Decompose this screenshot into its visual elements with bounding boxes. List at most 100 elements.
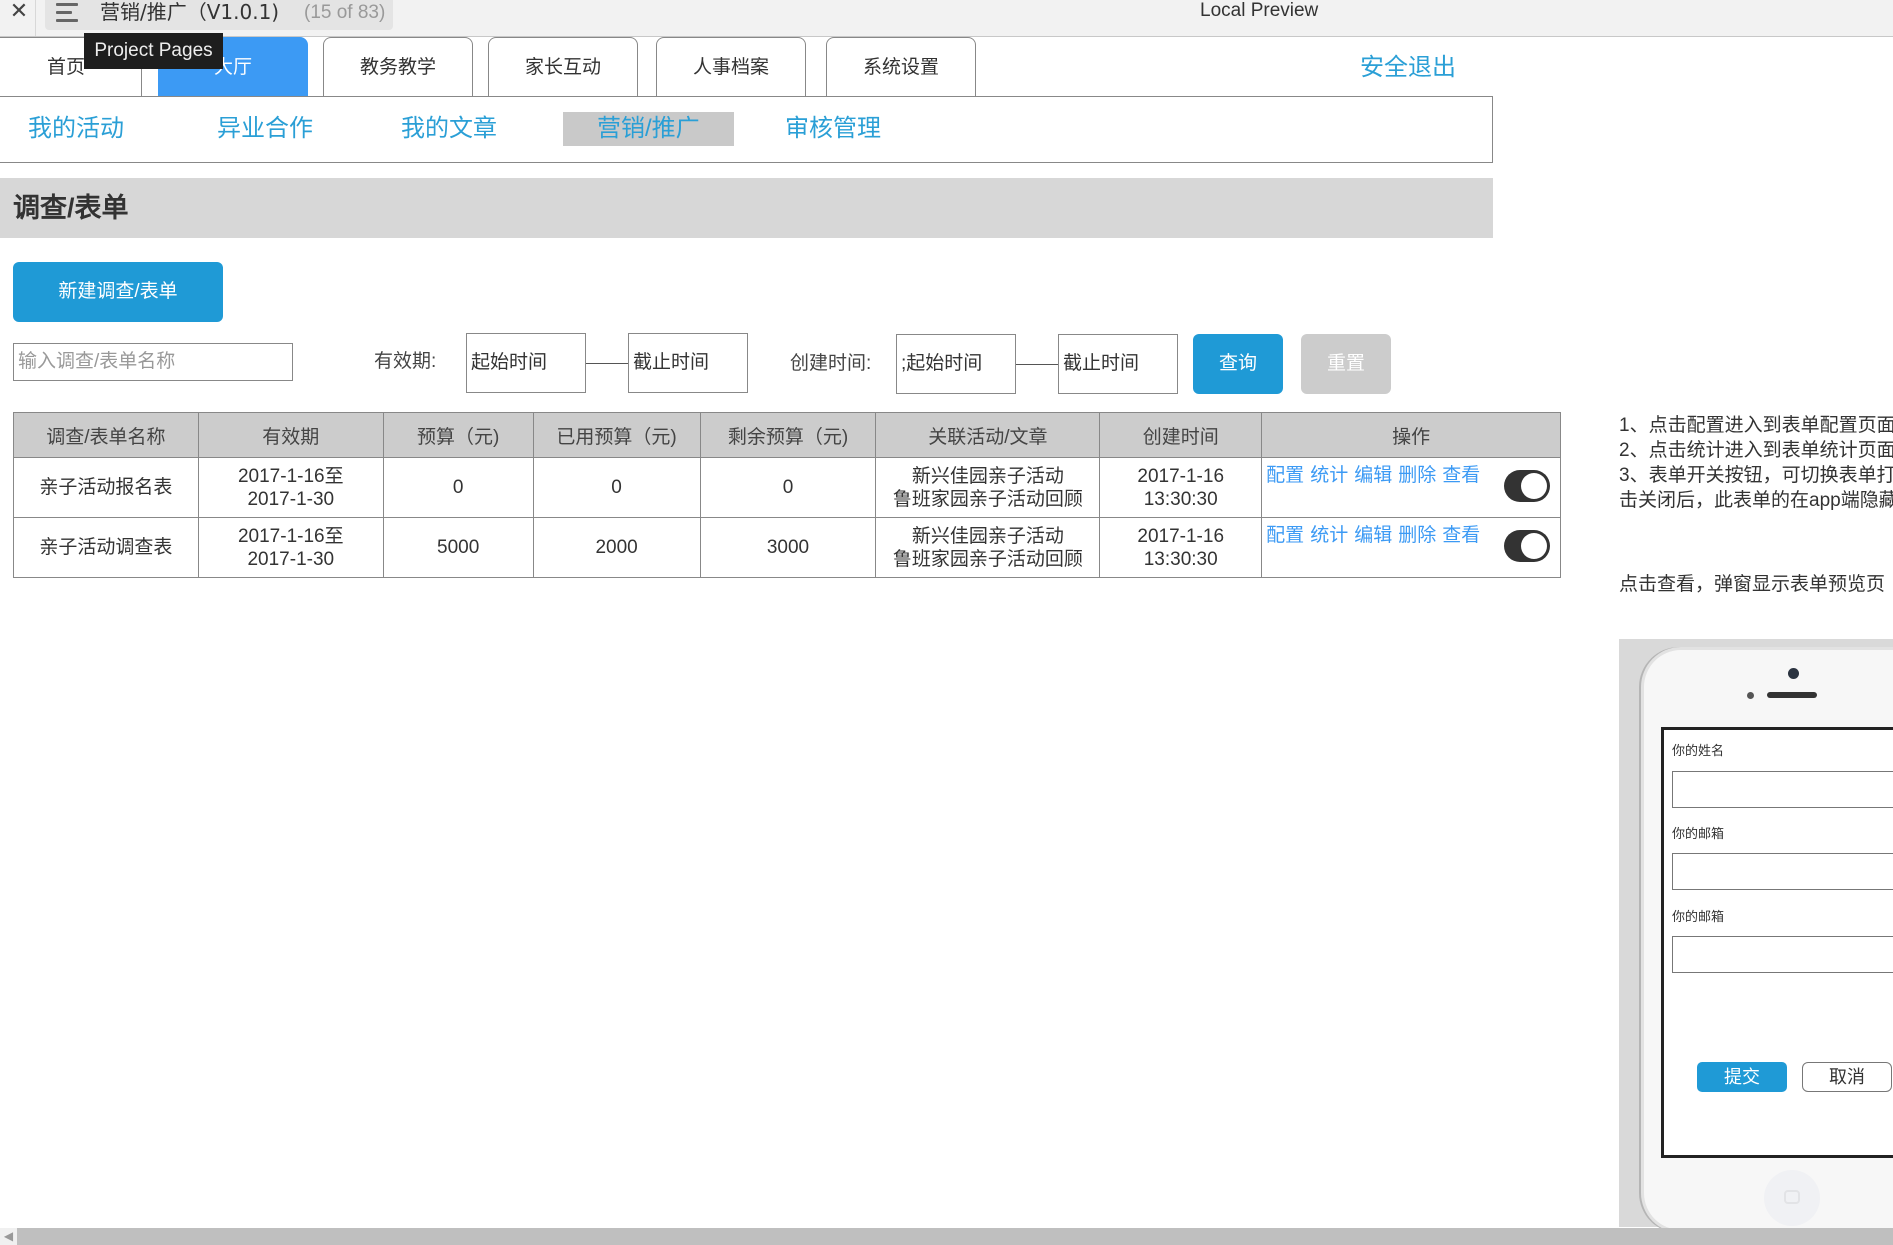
validity-start: 2017-1-16至	[237, 465, 344, 487]
column-header: 已用预算（元)	[532, 412, 701, 458]
cell-validity: 2017-1-16至 2017-1-30	[197, 457, 384, 518]
tab-system-settings[interactable]: 系统设置	[826, 37, 976, 96]
view-link[interactable]: 查看	[1442, 465, 1480, 486]
page-count: (15 of 83)	[304, 2, 386, 23]
subnav-cross-industry[interactable]: 异业合作	[217, 112, 313, 146]
query-button[interactable]: 查询	[1193, 334, 1283, 394]
related-item: 新兴佳园亲子活动	[911, 525, 1064, 547]
camera-icon	[1788, 668, 1799, 679]
configure-link[interactable]: 配置	[1266, 525, 1304, 546]
cell-actions: 配置 统计 编辑 删除 查看	[1261, 457, 1561, 518]
tab-parent-interaction[interactable]: 家长互动	[488, 37, 638, 96]
delete-link[interactable]: 删除	[1398, 465, 1436, 486]
submit-button[interactable]: 提交	[1697, 1062, 1787, 1092]
table-row: 亲子活动调查表 2017-1-16至 2017-1-30 5000 2000 30…	[13, 517, 1561, 578]
hamburger-icon[interactable]	[56, 3, 78, 23]
validity-start: 2017-1-16至	[237, 525, 344, 547]
email-input[interactable]	[1672, 853, 1893, 890]
validity-end-input[interactable]: 截止时间	[628, 333, 748, 393]
reset-button[interactable]: 重置	[1301, 334, 1391, 394]
logout-link[interactable]: 安全退出	[1360, 50, 1456, 86]
cell-remaining-budget: 0	[699, 457, 877, 518]
email-input[interactable]	[1672, 936, 1893, 973]
cell-budget: 5000	[382, 517, 534, 578]
range-dash	[1016, 364, 1058, 365]
toggle-knob	[1521, 533, 1547, 559]
validity-end: 2017-1-30	[247, 488, 335, 510]
cell-budget: 0	[382, 457, 534, 518]
horizontal-scrollbar[interactable]	[0, 1228, 1893, 1245]
cell-used-budget: 2000	[532, 517, 701, 578]
created-time: 13:30:30	[1143, 488, 1218, 510]
created-time-label: 创建时间:	[790, 353, 872, 374]
section-title: 调查/表单	[13, 193, 129, 223]
delete-link[interactable]: 删除	[1398, 525, 1436, 546]
toggle-knob	[1521, 473, 1547, 499]
cell-name: 亲子活动调查表	[13, 517, 199, 578]
stats-link[interactable]: 统计	[1310, 525, 1348, 546]
cell-validity: 2017-1-16至 2017-1-30	[197, 517, 384, 578]
view-link[interactable]: 查看	[1442, 525, 1480, 546]
column-header: 预算（元)	[382, 412, 534, 458]
edit-link[interactable]: 编辑	[1354, 465, 1392, 486]
title-bar-divider	[35, 0, 36, 36]
validity-end: 2017-1-30	[247, 548, 335, 570]
cell-actions: 配置 统计 编辑 删除 查看	[1261, 517, 1561, 578]
scroll-left-arrow-icon[interactable]: ◀	[0, 1228, 17, 1245]
name-input[interactable]	[1672, 771, 1893, 808]
subnav-marketing[interactable]: 营销/推广	[563, 112, 734, 146]
cancel-button[interactable]: 取消	[1802, 1062, 1892, 1092]
subnav-review[interactable]: 审核管理	[785, 112, 881, 146]
edit-link[interactable]: 编辑	[1354, 525, 1392, 546]
cell-name: 亲子活动报名表	[13, 457, 199, 518]
form-field-label: 你的邮箱	[1672, 826, 1725, 841]
stats-link[interactable]: 统计	[1310, 465, 1348, 486]
form-field-label: 你的姓名	[1672, 743, 1725, 758]
section-header	[0, 178, 1493, 238]
column-header: 调查/表单名称	[13, 412, 199, 458]
cell-related: 新兴佳园亲子活动 鲁班家园亲子活动回顾	[875, 517, 1101, 578]
app-title: Local Preview	[1200, 0, 1319, 21]
column-header: 关联活动/文章	[875, 412, 1101, 458]
related-item: 鲁班家园亲子活动回顾	[892, 488, 1083, 510]
cell-remaining-budget: 3000	[699, 517, 877, 578]
cell-used-budget: 0	[532, 457, 701, 518]
created-date: 2017-1-16	[1137, 465, 1225, 487]
table-row: 亲子活动报名表 2017-1-16至 2017-1-30 0 0 0 新兴佳园亲子…	[13, 457, 1561, 518]
form-field-label: 你的邮箱	[1672, 909, 1725, 924]
column-header: 剩余预算（元)	[699, 412, 877, 458]
home-button-icon	[1764, 1170, 1820, 1226]
column-header: 创建时间	[1099, 412, 1263, 458]
range-dash	[586, 363, 628, 364]
cell-created: 2017-1-16 13:30:30	[1099, 457, 1263, 518]
view-note: 点击查看，弹窗显示表单预览页	[1619, 574, 1886, 595]
note-line: 2、点击统计进入到表单统计页面	[1619, 440, 1893, 461]
column-header: 有效期	[197, 412, 384, 458]
cell-created: 2017-1-16 13:30:30	[1099, 517, 1263, 578]
cell-related: 新兴佳园亲子活动 鲁班家园亲子活动回顾	[875, 457, 1101, 518]
table-header-row: 调查/表单名称 有效期 预算（元) 已用预算（元) 剩余预算（元) 关联活动/文…	[13, 412, 1561, 458]
new-survey-button[interactable]: 新建调查/表单	[13, 262, 223, 322]
close-icon[interactable]: ✕	[6, 0, 32, 24]
related-item: 新兴佳园亲子活动	[911, 465, 1064, 487]
subnav-my-articles[interactable]: 我的文章	[401, 112, 497, 146]
enable-toggle[interactable]	[1504, 470, 1550, 502]
sensor-icon	[1747, 692, 1754, 699]
created-start-input[interactable]: ;起始时间	[896, 334, 1016, 394]
survey-name-search-input[interactable]: 输入调查/表单名称	[13, 343, 293, 381]
note-line: 击关闭后，此表单的在app端隐藏	[1619, 490, 1893, 511]
created-end-input[interactable]: 截止时间	[1058, 334, 1178, 394]
validity-label: 有效期:	[374, 351, 437, 372]
tab-hr-records[interactable]: 人事档案	[656, 37, 806, 96]
note-line: 1、点击配置进入到表单配置页面	[1619, 415, 1893, 436]
configure-link[interactable]: 配置	[1266, 465, 1304, 486]
created-time: 13:30:30	[1143, 548, 1218, 570]
tab-teaching[interactable]: 教务教学	[323, 37, 473, 96]
page-title[interactable]: 营销/推广（V1.0.1)	[100, 0, 279, 24]
subnav-my-activities[interactable]: 我的活动	[28, 112, 124, 146]
created-date: 2017-1-16	[1137, 525, 1225, 547]
note-line: 3、表单开关按钮，可切换表单打	[1619, 465, 1893, 486]
column-header: 操作	[1261, 412, 1561, 458]
enable-toggle[interactable]	[1504, 530, 1550, 562]
validity-start-input[interactable]: 起始时间	[466, 333, 586, 393]
